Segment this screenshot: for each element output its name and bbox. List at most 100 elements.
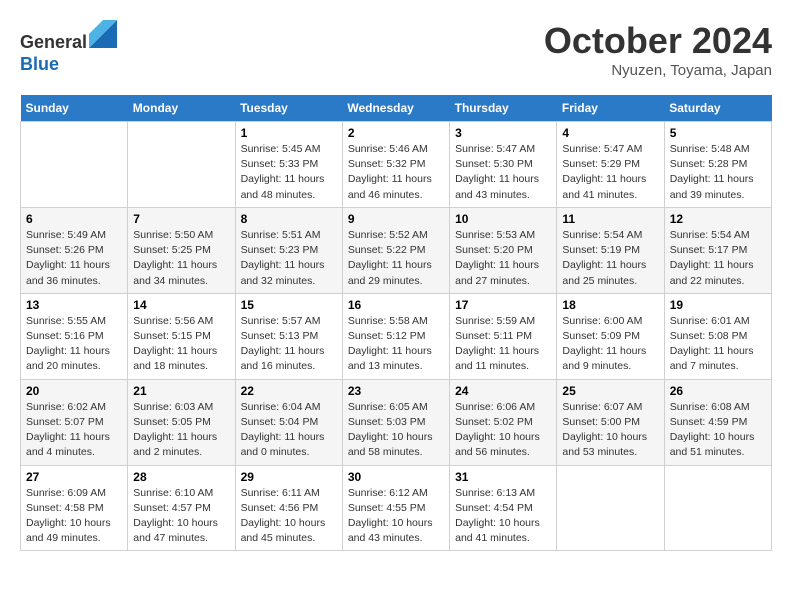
day-number: 30 — [348, 470, 444, 484]
calendar-cell: 4Sunrise: 5:47 AMSunset: 5:29 PMDaylight… — [557, 122, 664, 208]
day-detail: Sunrise: 6:00 AMSunset: 5:09 PMDaylight:… — [562, 314, 658, 375]
day-number: 20 — [26, 384, 122, 398]
day-number: 10 — [455, 212, 551, 226]
day-detail: Sunrise: 5:49 AMSunset: 5:26 PMDaylight:… — [26, 228, 122, 289]
day-detail: Sunrise: 5:57 AMSunset: 5:13 PMDaylight:… — [241, 314, 337, 375]
calendar-cell: 19Sunrise: 6:01 AMSunset: 5:08 PMDayligh… — [664, 293, 771, 379]
weekday-header: Sunday — [21, 95, 128, 122]
weekday-header: Tuesday — [235, 95, 342, 122]
calendar-cell: 17Sunrise: 5:59 AMSunset: 5:11 PMDayligh… — [450, 293, 557, 379]
calendar-cell: 6 Sunrise: 5:49 AMSunset: 5:26 PMDaylight… — [21, 207, 128, 293]
day-detail: Sunrise: 5:52 AMSunset: 5:22 PMDaylight:… — [348, 228, 444, 289]
day-detail: Sunrise: 6:05 AMSunset: 5:03 PMDaylight:… — [348, 400, 444, 461]
day-detail: Sunrise: 6:08 AMSunset: 4:59 PMDaylight:… — [670, 400, 766, 461]
day-detail: Sunrise: 5:59 AMSunset: 5:11 PMDaylight:… — [455, 314, 551, 375]
calendar-cell: 14 Sunrise: 5:56 AMSunset: 5:15 PMDayligh… — [128, 293, 235, 379]
weekday-header: Wednesday — [342, 95, 449, 122]
weekday-header: Saturday — [664, 95, 771, 122]
calendar-cell: 27Sunrise: 6:09 AMSunset: 4:58 PMDayligh… — [21, 465, 128, 551]
day-detail: Sunrise: 6:03 AMSunset: 5:05 PMDaylight:… — [133, 400, 229, 461]
calendar-cell: 11 Sunrise: 5:54 AMSunset: 5:19 PMDayligh… — [557, 207, 664, 293]
calendar-week-row: 13 Sunrise: 5:55 AMSunset: 5:16 PMDayligh… — [21, 293, 772, 379]
day-number: 19 — [670, 298, 766, 312]
page-header: General Blue October 2024 Nyuzen, Toyama… — [20, 20, 772, 79]
day-detail: Sunrise: 6:02 AMSunset: 5:07 PMDaylight:… — [26, 400, 122, 461]
calendar-cell: 21 Sunrise: 6:03 AMSunset: 5:05 PMDayligh… — [128, 379, 235, 465]
calendar-cell: 12 Sunrise: 5:54 AMSunset: 5:17 PMDayligh… — [664, 207, 771, 293]
day-number: 24 — [455, 384, 551, 398]
calendar-week-row: 20 Sunrise: 6:02 AMSunset: 5:07 PMDayligh… — [21, 379, 772, 465]
calendar-cell: 31 Sunrise: 6:13 AMSunset: 4:54 PMDayligh… — [450, 465, 557, 551]
calendar-cell: 1 Sunrise: 5:45 AMSunset: 5:33 PMDaylight… — [235, 122, 342, 208]
calendar-cell: 10Sunrise: 5:53 AMSunset: 5:20 PMDayligh… — [450, 207, 557, 293]
day-number: 4 — [562, 126, 658, 140]
calendar-cell: 28 Sunrise: 6:10 AMSunset: 4:57 PMDayligh… — [128, 465, 235, 551]
day-detail: Sunrise: 5:54 AMSunset: 5:19 PMDaylight:… — [562, 228, 658, 289]
logo-icon — [89, 20, 117, 48]
day-detail: Sunrise: 6:12 AMSunset: 4:55 PMDaylight:… — [348, 486, 444, 547]
day-number: 27 — [26, 470, 122, 484]
calendar-cell: 7Sunrise: 5:50 AMSunset: 5:25 PMDaylight… — [128, 207, 235, 293]
calendar-cell: 26Sunrise: 6:08 AMSunset: 4:59 PMDayligh… — [664, 379, 771, 465]
calendar-cell: 24Sunrise: 6:06 AMSunset: 5:02 PMDayligh… — [450, 379, 557, 465]
day-detail: Sunrise: 5:58 AMSunset: 5:12 PMDaylight:… — [348, 314, 444, 375]
calendar-cell: 20 Sunrise: 6:02 AMSunset: 5:07 PMDayligh… — [21, 379, 128, 465]
day-number: 18 — [562, 298, 658, 312]
logo-blue: Blue — [20, 54, 59, 74]
calendar-week-row: 6 Sunrise: 5:49 AMSunset: 5:26 PMDaylight… — [21, 207, 772, 293]
day-number: 8 — [241, 212, 337, 226]
day-number: 31 — [455, 470, 551, 484]
day-detail: Sunrise: 5:54 AMSunset: 5:17 PMDaylight:… — [670, 228, 766, 289]
day-number: 6 — [26, 212, 122, 226]
title-block: October 2024 Nyuzen, Toyama, Japan — [544, 20, 772, 79]
calendar-cell: 25 Sunrise: 6:07 AMSunset: 5:00 PMDayligh… — [557, 379, 664, 465]
day-number: 12 — [670, 212, 766, 226]
day-detail: Sunrise: 5:48 AMSunset: 5:28 PMDaylight:… — [670, 142, 766, 203]
calendar-cell — [128, 122, 235, 208]
day-detail: Sunrise: 6:11 AMSunset: 4:56 PMDaylight:… — [241, 486, 337, 547]
day-number: 25 — [562, 384, 658, 398]
calendar-cell — [557, 465, 664, 551]
day-number: 2 — [348, 126, 444, 140]
day-detail: Sunrise: 5:47 AMSunset: 5:30 PMDaylight:… — [455, 142, 551, 203]
calendar-cell: 15Sunrise: 5:57 AMSunset: 5:13 PMDayligh… — [235, 293, 342, 379]
logo: General Blue — [20, 20, 117, 75]
calendar-cell: 8 Sunrise: 5:51 AMSunset: 5:23 PMDaylight… — [235, 207, 342, 293]
calendar-cell: 23 Sunrise: 6:05 AMSunset: 5:03 PMDayligh… — [342, 379, 449, 465]
calendar-cell: 18 Sunrise: 6:00 AMSunset: 5:09 PMDayligh… — [557, 293, 664, 379]
day-detail: Sunrise: 6:04 AMSunset: 5:04 PMDaylight:… — [241, 400, 337, 461]
calendar-cell: 3Sunrise: 5:47 AMSunset: 5:30 PMDaylight… — [450, 122, 557, 208]
logo-general: General — [20, 32, 87, 52]
calendar-cell: 5 Sunrise: 5:48 AMSunset: 5:28 PMDaylight… — [664, 122, 771, 208]
day-detail: Sunrise: 5:46 AMSunset: 5:32 PMDaylight:… — [348, 142, 444, 203]
day-detail: Sunrise: 5:51 AMSunset: 5:23 PMDaylight:… — [241, 228, 337, 289]
day-number: 14 — [133, 298, 229, 312]
day-detail: Sunrise: 6:10 AMSunset: 4:57 PMDaylight:… — [133, 486, 229, 547]
calendar-cell: 16Sunrise: 5:58 AMSunset: 5:12 PMDayligh… — [342, 293, 449, 379]
day-detail: Sunrise: 6:13 AMSunset: 4:54 PMDaylight:… — [455, 486, 551, 547]
calendar-cell — [664, 465, 771, 551]
day-number: 11 — [562, 212, 658, 226]
location: Nyuzen, Toyama, Japan — [544, 62, 772, 79]
day-detail: Sunrise: 5:55 AMSunset: 5:16 PMDaylight:… — [26, 314, 122, 375]
day-number: 1 — [241, 126, 337, 140]
day-detail: Sunrise: 6:07 AMSunset: 5:00 PMDaylight:… — [562, 400, 658, 461]
calendar-cell: 22Sunrise: 6:04 AMSunset: 5:04 PMDayligh… — [235, 379, 342, 465]
weekday-header: Friday — [557, 95, 664, 122]
day-detail: Sunrise: 5:56 AMSunset: 5:15 PMDaylight:… — [133, 314, 229, 375]
calendar-cell — [21, 122, 128, 208]
weekday-header: Monday — [128, 95, 235, 122]
calendar-cell: 9 Sunrise: 5:52 AMSunset: 5:22 PMDaylight… — [342, 207, 449, 293]
day-detail: Sunrise: 5:45 AMSunset: 5:33 PMDaylight:… — [241, 142, 337, 203]
day-number: 23 — [348, 384, 444, 398]
day-number: 5 — [670, 126, 766, 140]
day-number: 13 — [26, 298, 122, 312]
day-number: 9 — [348, 212, 444, 226]
weekday-header: Thursday — [450, 95, 557, 122]
month-title: October 2024 — [544, 20, 772, 62]
calendar-table: SundayMondayTuesdayWednesdayThursdayFrid… — [20, 95, 772, 551]
calendar-week-row: 1 Sunrise: 5:45 AMSunset: 5:33 PMDaylight… — [21, 122, 772, 208]
day-number: 21 — [133, 384, 229, 398]
day-number: 28 — [133, 470, 229, 484]
calendar-cell: 29Sunrise: 6:11 AMSunset: 4:56 PMDayligh… — [235, 465, 342, 551]
